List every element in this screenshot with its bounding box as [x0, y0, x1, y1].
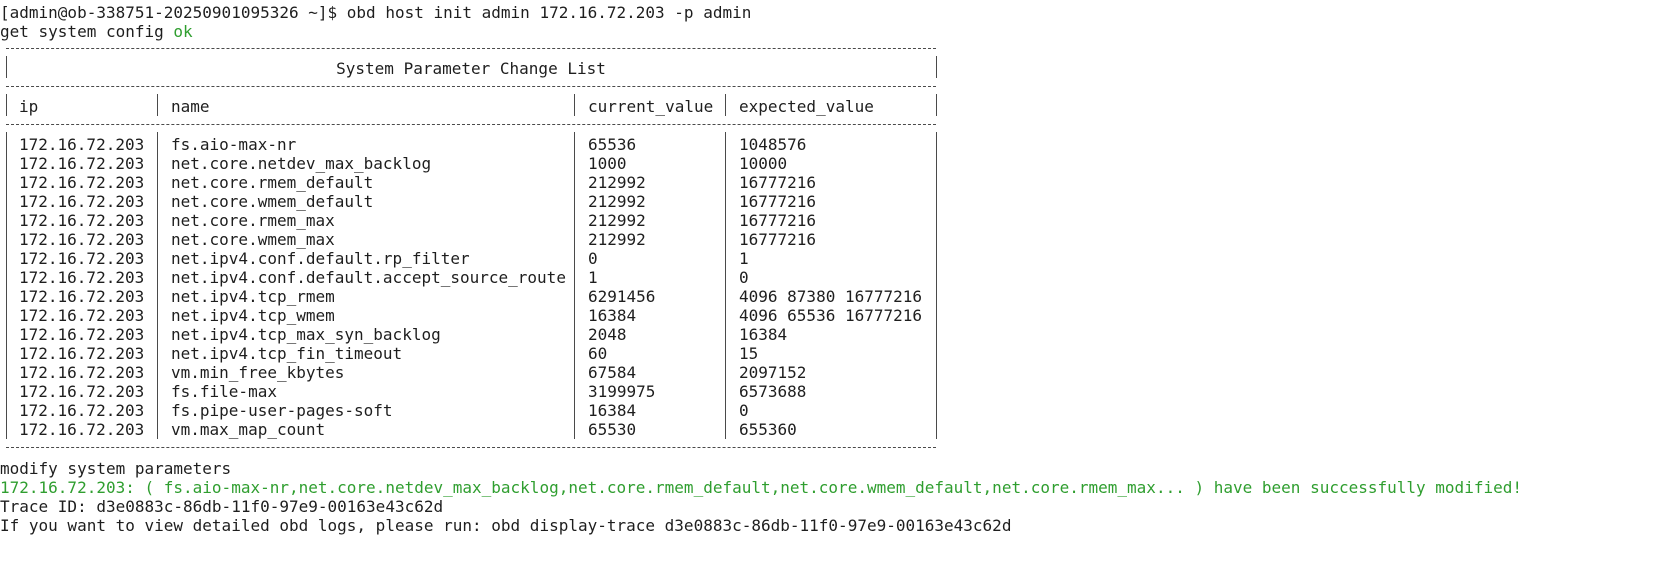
table-header-rule — [6, 124, 936, 125]
row-current-value: 212992 — [588, 192, 646, 211]
row-ip: 172.16.72.203 — [19, 249, 145, 268]
row-name: net.ipv4.tcp_wmem — [171, 306, 335, 325]
row-name: fs.aio-max-nr — [171, 135, 297, 154]
col-sep-1-body — [157, 132, 158, 439]
row-current-value: 212992 — [588, 230, 646, 249]
parameter-change-table: System Parameter Change List ip name cur… — [0, 38, 940, 456]
row-name: fs.file-max — [171, 382, 277, 401]
row-name: net.core.wmem_default — [171, 192, 374, 211]
row-current-value: 67584 — [588, 363, 637, 382]
table-right-border-header — [936, 94, 937, 116]
row-name: vm.min_free_kbytes — [171, 363, 345, 382]
row-ip: 172.16.72.203 — [19, 268, 145, 287]
row-ip: 172.16.72.203 — [19, 325, 145, 344]
col-sep-2-header — [574, 94, 575, 116]
col-sep-1-header — [157, 94, 158, 116]
hint-line: If you want to view detailed obd logs, p… — [0, 516, 1012, 535]
row-expected-value: 0 — [739, 268, 749, 287]
terminal-window[interactable]: [admin@ob-338751-20250901095326 ~]$ obd … — [0, 0, 1653, 565]
row-name: net.ipv4.tcp_rmem — [171, 287, 335, 306]
row-name: vm.max_map_count — [171, 420, 326, 439]
row-current-value: 16384 — [588, 401, 637, 420]
row-expected-value: 4096 65536 16777216 — [739, 306, 923, 325]
row-current-value: 212992 — [588, 211, 646, 230]
row-expected-value: 4096 87380 16777216 — [739, 287, 923, 306]
row-expected-value: 16777216 — [739, 211, 817, 230]
row-current-value: 212992 — [588, 173, 646, 192]
row-ip: 172.16.72.203 — [19, 306, 145, 325]
table-top-rule — [6, 48, 936, 49]
success-line: 172.16.72.203: ( fs.aio-max-nr,net.core.… — [0, 478, 1522, 497]
table-right-border-title — [936, 56, 937, 78]
row-expected-value: 16777216 — [739, 192, 817, 211]
header-current-value: current_value — [588, 97, 714, 116]
row-current-value: 65536 — [588, 135, 637, 154]
row-current-value: 1000 — [588, 154, 627, 173]
row-ip: 172.16.72.203 — [19, 382, 145, 401]
row-name: net.core.wmem_max — [171, 230, 335, 249]
row-ip: 172.16.72.203 — [19, 401, 145, 420]
row-expected-value: 1 — [739, 249, 749, 268]
row-expected-value: 10000 — [739, 154, 788, 173]
row-name: net.ipv4.tcp_fin_timeout — [171, 344, 403, 363]
row-current-value: 16384 — [588, 306, 637, 325]
row-ip: 172.16.72.203 — [19, 287, 145, 306]
row-current-value: 60 — [588, 344, 608, 363]
row-expected-value: 1048576 — [739, 135, 807, 154]
col-sep-2-body — [574, 132, 575, 439]
command-prompt-line: [admin@ob-338751-20250901095326 ~]$ obd … — [0, 3, 752, 22]
row-expected-value: 2097152 — [739, 363, 807, 382]
col-sep-3-body — [725, 132, 726, 439]
row-ip: 172.16.72.203 — [19, 344, 145, 363]
row-ip: 172.16.72.203 — [19, 154, 145, 173]
row-ip: 172.16.72.203 — [19, 211, 145, 230]
table-bottom-rule — [6, 447, 936, 448]
table-left-border-body — [6, 132, 7, 439]
modify-line: modify system parameters — [0, 459, 232, 478]
table-left-border-header — [6, 94, 7, 116]
row-expected-value: 6573688 — [739, 382, 807, 401]
row-current-value: 0 — [588, 249, 598, 268]
row-current-value: 1 — [588, 268, 598, 287]
row-current-value: 6291456 — [588, 287, 656, 306]
header-expected-value: expected_value — [739, 97, 874, 116]
table-title: System Parameter Change List — [336, 59, 606, 78]
table-title-rule — [6, 86, 936, 87]
row-expected-value: 16777216 — [739, 173, 817, 192]
header-ip: ip — [19, 97, 39, 116]
row-ip: 172.16.72.203 — [19, 420, 145, 439]
table-right-border-body — [936, 132, 937, 439]
row-name: net.core.netdev_max_backlog — [171, 154, 432, 173]
row-expected-value: 655360 — [739, 420, 797, 439]
header-name: name — [171, 97, 210, 116]
row-current-value: 65530 — [588, 420, 637, 439]
row-name: net.core.rmem_default — [171, 173, 374, 192]
row-ip: 172.16.72.203 — [19, 135, 145, 154]
row-expected-value: 0 — [739, 401, 749, 420]
trace-id-line: Trace ID: d3e0883c-86db-11f0-97e9-00163e… — [0, 497, 444, 516]
row-expected-value: 16384 — [739, 325, 788, 344]
row-name: net.ipv4.tcp_max_syn_backlog — [171, 325, 441, 344]
row-name: net.ipv4.conf.default.accept_source_rout… — [171, 268, 566, 287]
row-ip: 172.16.72.203 — [19, 192, 145, 211]
row-ip: 172.16.72.203 — [19, 173, 145, 192]
row-current-value: 3199975 — [588, 382, 656, 401]
row-expected-value: 15 — [739, 344, 759, 363]
row-name: fs.pipe-user-pages-soft — [171, 401, 393, 420]
row-ip: 172.16.72.203 — [19, 230, 145, 249]
row-ip: 172.16.72.203 — [19, 363, 145, 382]
row-current-value: 2048 — [588, 325, 627, 344]
col-sep-3-header — [725, 94, 726, 116]
row-expected-value: 16777216 — [739, 230, 817, 249]
row-name: net.core.rmem_max — [171, 211, 335, 230]
row-name: net.ipv4.conf.default.rp_filter — [171, 249, 470, 268]
